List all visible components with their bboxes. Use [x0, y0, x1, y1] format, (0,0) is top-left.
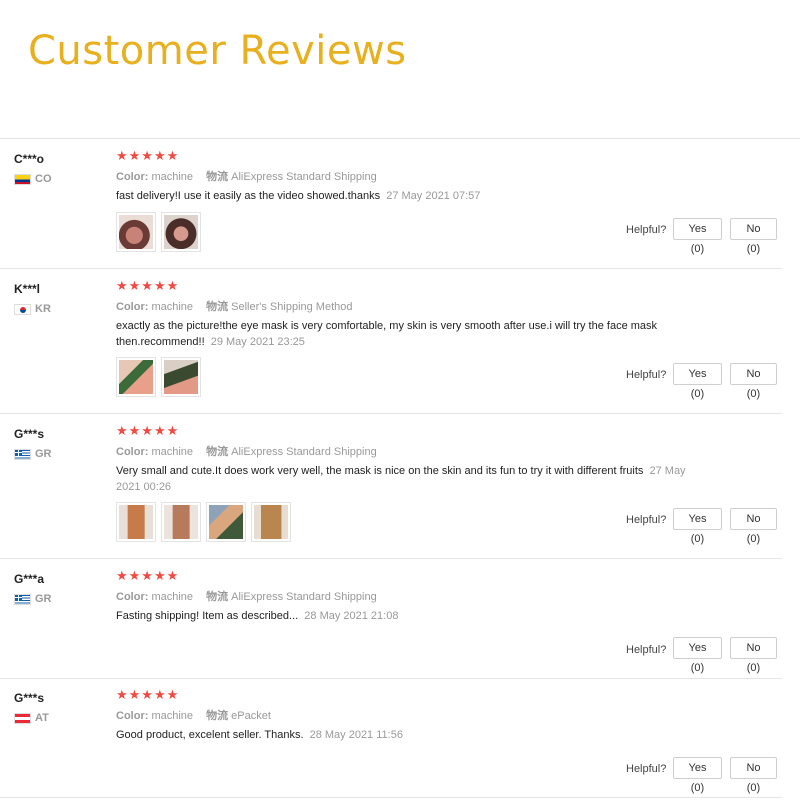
star-rating: ★★★★★ [116, 687, 180, 702]
helpful-label: Helpful? [626, 369, 667, 381]
helpful-no-button[interactable]: No (0) [730, 757, 777, 794]
review-photos [116, 212, 201, 252]
review-date: 28 May 2021 21:08 [304, 610, 399, 622]
color-label: Color: [116, 710, 149, 722]
color-label: Color: [116, 446, 149, 458]
divider [0, 268, 782, 269]
review-meta: Color: machine 物流 AliExpress Standard Sh… [116, 588, 377, 604]
color-label: Color: [116, 301, 149, 313]
reviewer-country: GR [14, 593, 52, 605]
shipping-value: AliExpress Standard Shipping [231, 446, 377, 458]
shipping-label: 物流 [206, 301, 229, 313]
review-body: Good product, excelent seller. Thanks. [116, 729, 304, 741]
helpful-no-button[interactable]: No (0) [730, 508, 777, 545]
country-code: KR [35, 303, 51, 315]
helpful-yes-button[interactable]: Yes (0) [673, 218, 722, 255]
reviewer-name: G***s [14, 691, 45, 705]
country-code: GR [35, 448, 52, 460]
greece-flag-icon [14, 593, 31, 605]
country-code: GR [35, 593, 52, 605]
color-label: Color: [116, 171, 149, 183]
review-photos [116, 502, 291, 542]
review-text: Fasting shipping! Item as described... 2… [116, 608, 696, 624]
reviewer-country: GR [14, 448, 52, 460]
reviewer-country: KR [14, 303, 51, 315]
review-date: 29 May 2021 23:25 [210, 336, 305, 348]
color-value: machine [151, 301, 194, 313]
review-body: fast delivery!I use it easily as the vid… [116, 190, 381, 202]
review-photo[interactable] [116, 212, 156, 252]
south-korea-flag-icon [14, 303, 31, 315]
star-rating: ★★★★★ [116, 568, 180, 583]
review-photo[interactable] [161, 212, 201, 252]
shipping-label: 物流 [206, 171, 229, 183]
helpful-yes-button[interactable]: Yes (0) [673, 757, 722, 794]
review-date: 28 May 2021 11:56 [309, 729, 403, 741]
shipping-value: AliExpress Standard Shipping [231, 171, 377, 183]
review-photo[interactable] [161, 502, 201, 542]
helpful-yes-button[interactable]: Yes (0) [673, 637, 722, 674]
country-code: AT [35, 712, 49, 724]
review-meta: Color: machine 物流 AliExpress Standard Sh… [116, 443, 377, 459]
review-photo[interactable] [206, 502, 246, 542]
review-photo[interactable] [116, 502, 156, 542]
color-value: machine [151, 446, 194, 458]
divider [0, 797, 782, 798]
color-value: machine [151, 591, 194, 603]
review-meta: Color: machine 物流 Seller's Shipping Meth… [116, 298, 353, 314]
austria-flag-icon [14, 712, 31, 724]
star-rating: ★★★★★ [116, 148, 180, 163]
divider [0, 138, 800, 139]
review-photo[interactable] [251, 502, 291, 542]
helpful-yes-button[interactable]: Yes (0) [673, 508, 722, 545]
greece-flag-icon [14, 448, 31, 460]
review-photo[interactable] [161, 357, 201, 397]
helpful-yes-button[interactable]: Yes (0) [673, 363, 722, 400]
colombia-flag-icon [14, 173, 31, 185]
shipping-value: ePacket [231, 710, 271, 722]
star-rating: ★★★★★ [116, 278, 180, 293]
reviewer-country: AT [14, 712, 49, 724]
reviewer-name: K***l [14, 282, 41, 296]
reviewer-name: G***a [14, 572, 45, 586]
country-code: CO [35, 173, 52, 185]
color-label: Color: [116, 591, 149, 603]
reviewer-name: C***o [14, 152, 45, 166]
divider [0, 413, 782, 414]
helpful-no-button[interactable]: No (0) [730, 637, 777, 674]
review-text: Very small and cute.It does work very we… [116, 463, 696, 495]
divider [0, 678, 782, 679]
review-text: fast delivery!I use it easily as the vid… [116, 188, 696, 204]
color-value: machine [151, 710, 194, 722]
review-body: exactly as the picture!the eye mask is v… [116, 320, 658, 348]
shipping-label: 物流 [206, 591, 229, 603]
review-meta: Color: machine 物流 ePacket [116, 707, 271, 723]
review-text: exactly as the picture!the eye mask is v… [116, 318, 696, 350]
review-text: Good product, excelent seller. Thanks. 2… [116, 727, 696, 743]
review-photos [116, 357, 201, 397]
review-date: 27 May 2021 07:57 [386, 190, 481, 202]
reviewer-name: G***s [14, 427, 45, 441]
shipping-value: Seller's Shipping Method [231, 301, 353, 313]
helpful-label: Helpful? [626, 763, 667, 775]
divider [0, 558, 782, 559]
page-title: Customer Reviews [28, 28, 407, 74]
review-meta: Color: machine 物流 AliExpress Standard Sh… [116, 168, 377, 184]
reviewer-country: CO [14, 173, 52, 185]
review-body: Very small and cute.It does work very we… [116, 465, 644, 477]
shipping-value: AliExpress Standard Shipping [231, 591, 377, 603]
star-rating: ★★★★★ [116, 423, 180, 438]
helpful-no-button[interactable]: No (0) [730, 363, 777, 400]
color-value: machine [151, 171, 194, 183]
review-photo[interactable] [116, 357, 156, 397]
helpful-label: Helpful? [626, 224, 667, 236]
helpful-label: Helpful? [626, 514, 667, 526]
review-body: Fasting shipping! Item as described... [116, 610, 299, 622]
helpful-label: Helpful? [626, 644, 667, 656]
shipping-label: 物流 [206, 710, 229, 722]
helpful-no-button[interactable]: No (0) [730, 218, 777, 255]
shipping-label: 物流 [206, 446, 229, 458]
